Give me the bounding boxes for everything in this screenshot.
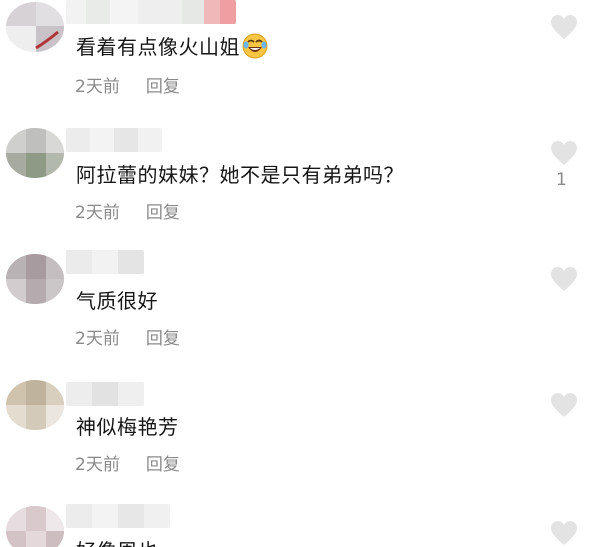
comment-meta: 2天前 回复 [75,72,180,97]
comment-text-content: 气质很好 [76,289,158,313]
comment-time: 2天前 [75,203,120,223]
comment-time: 2天前 [75,77,120,97]
comment-item: 神似梅艳芳 2天前 回复 [0,378,597,504]
comment-text-content: 好像周也 [76,539,158,547]
username-blurred[interactable] [66,128,162,152]
comment-text: 气质很好 [76,285,158,314]
comment-meta: 2天前 回复 [75,198,180,223]
laughing-emoji-icon [242,33,268,59]
like-count: 1 [556,170,567,190]
comment-text: 阿拉蕾的妹妹？她不是只有弟弟吗？ [76,159,404,188]
reply-button[interactable]: 回复 [146,455,180,475]
comment-item: 气质很好 2天前 回复 [0,250,597,378]
comment-meta: 2天前 回复 [75,450,180,475]
like-heart-icon[interactable] [550,266,578,292]
like-heart-icon[interactable] [550,14,578,40]
comment-meta: 2天前 回复 [75,324,180,349]
avatar[interactable] [6,254,64,304]
reply-button[interactable]: 回复 [146,203,180,223]
avatar[interactable] [6,380,64,430]
comment-list: 看着有点像火山姐 2天前 回复 阿拉蕾的妹妹？她不是只有弟弟吗？ 2天前 回复 … [0,0,597,547]
like-heart-icon[interactable] [550,392,578,418]
like-heart-icon[interactable] [550,140,578,166]
username-blurred[interactable] [66,382,144,406]
comment-text-content: 神似梅艳芳 [76,415,179,439]
avatar[interactable] [6,506,64,547]
comment-text-content: 看着有点像火山姐 [76,35,240,59]
comment-time: 2天前 [75,455,120,475]
comment-item: 好像周也 [0,504,597,547]
avatar[interactable] [6,128,64,178]
comment-text: 神似梅艳芳 [76,411,179,440]
comment-text-content: 阿拉蕾的妹妹？她不是只有弟弟吗？ [76,163,404,187]
username-blurred[interactable] [66,504,170,528]
avatar[interactable] [6,2,64,52]
comment-text: 好像周也 [76,535,158,547]
comment-time: 2天前 [75,329,120,349]
username-blurred[interactable] [66,0,236,24]
comment-text: 看着有点像火山姐 [76,31,268,60]
comment-item: 看着有点像火山姐 2天前 回复 [0,0,597,126]
reply-button[interactable]: 回复 [146,329,180,349]
like-heart-icon[interactable] [550,520,578,546]
username-blurred[interactable] [66,250,144,274]
comment-item: 阿拉蕾的妹妹？她不是只有弟弟吗？ 2天前 回复 1 [0,126,597,252]
reply-button[interactable]: 回复 [146,77,180,97]
